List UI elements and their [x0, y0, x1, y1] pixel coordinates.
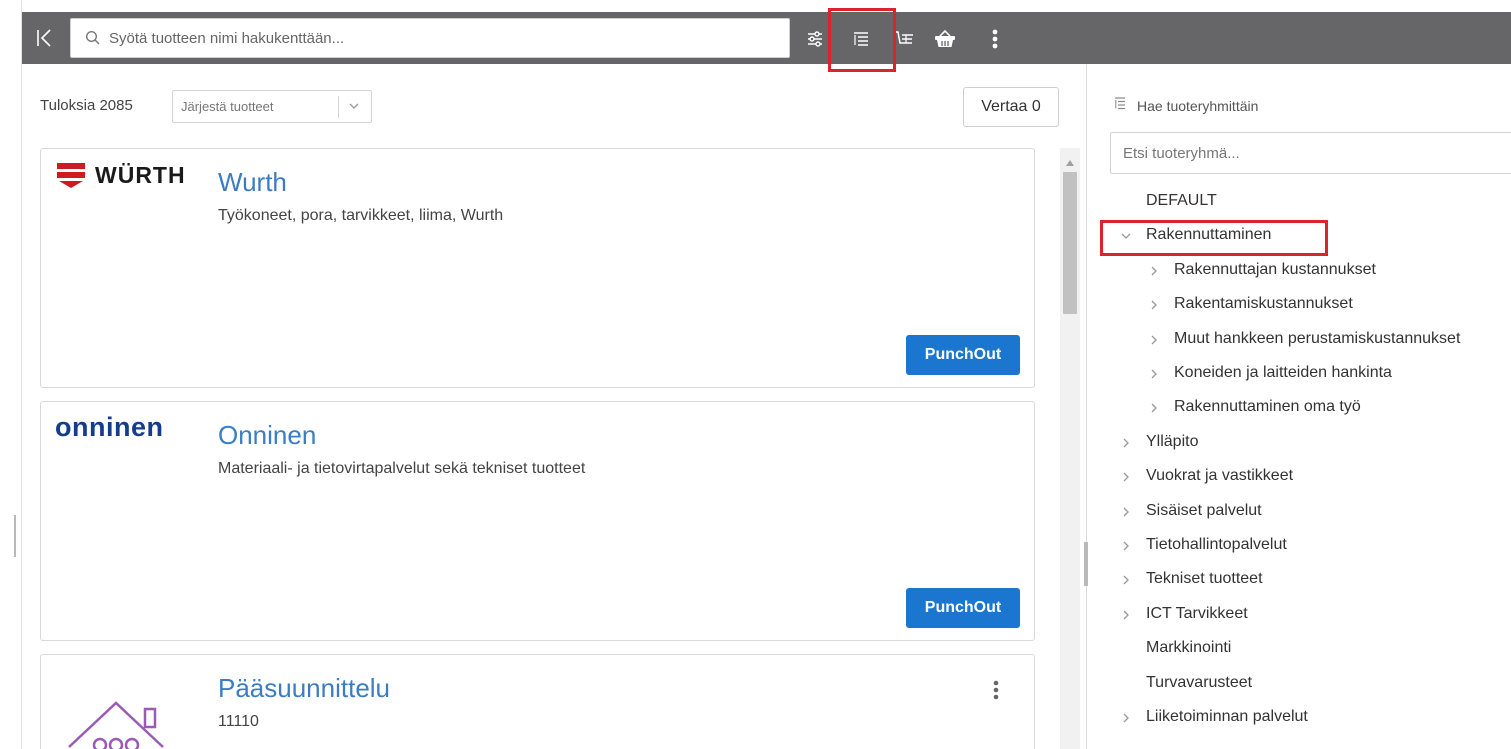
- tree-item-label: Rakennuttajan kustannukset: [1174, 260, 1376, 278]
- chevron-right-icon[interactable]: [1120, 539, 1132, 551]
- tree-item-label: ICT Tarvikkeet: [1146, 604, 1248, 622]
- tree-item[interactable]: Sisäiset palvelut: [1120, 496, 1262, 526]
- search-icon: [85, 30, 101, 46]
- tree-item[interactable]: Liiketoiminnan palvelut: [1120, 702, 1308, 732]
- tree-item[interactable]: Vuokrat ja vastikkeet: [1120, 461, 1293, 491]
- results-scrollbar[interactable]: [1060, 148, 1080, 749]
- panel-resize-handle[interactable]: [1084, 542, 1088, 586]
- house-icon: [61, 695, 171, 749]
- sort-placeholder: Järjestä tuotteet: [181, 99, 274, 114]
- tree-item[interactable]: DEFAULT: [1146, 186, 1217, 216]
- results-count: Tuloksia 2085: [40, 97, 133, 114]
- tree-item-label: Liiketoiminnan palvelut: [1146, 708, 1308, 725]
- tree-item[interactable]: ICT Tarvikkeet: [1120, 599, 1248, 629]
- chevron-right-icon[interactable]: [1148, 333, 1160, 345]
- chevron-down-icon: [347, 99, 361, 113]
- panel-divider: [1086, 64, 1087, 749]
- tree-item-label: Tietohallintopalvelut: [1146, 536, 1287, 553]
- product-title[interactable]: Pääsuunnittelu: [218, 673, 390, 704]
- chevron-right-icon[interactable]: [1120, 573, 1132, 585]
- wurth-logo: WÜRTH: [55, 161, 186, 189]
- tree-item-label: Rakennuttaminen: [1146, 226, 1272, 244]
- more-vertical-icon[interactable]: [992, 679, 1002, 703]
- tree-item[interactable]: Koneiden ja laitteiden hankinta: [1148, 358, 1392, 388]
- tree-item-label: Muut hankkeen perustamiskustannukset: [1174, 329, 1461, 347]
- wurth-logo-text: WÜRTH: [95, 161, 186, 188]
- tree-item-label: Ylläpito: [1146, 432, 1199, 450]
- basket-icon[interactable]: [932, 26, 958, 52]
- category-list-icon: [1113, 96, 1127, 115]
- tree-item[interactable]: Ylläpito: [1120, 427, 1198, 457]
- product-card-paasuunnittelu[interactable]: Pääsuunnittelu 11110: [40, 654, 1035, 749]
- tree-item[interactable]: Tekniset tuotteet: [1120, 564, 1263, 594]
- more-vertical-icon[interactable]: [982, 26, 1008, 52]
- category-panel-header: Hae tuoteryhmittäin: [1113, 96, 1258, 115]
- tree-item[interactable]: Rakennuttaminen: [1120, 220, 1271, 250]
- product-description: Työkoneet, pora, tarvikkeet, liima, Wurt…: [218, 207, 504, 224]
- sort-divider: [338, 96, 339, 118]
- chevron-right-icon[interactable]: [1120, 505, 1132, 517]
- tree-item[interactable]: Rakentamiskustannukset: [1148, 289, 1353, 319]
- wurth-emblem-icon: [57, 163, 85, 188]
- chevron-down-icon[interactable]: [1120, 229, 1132, 241]
- tree-item-label: Rakennuttaminen oma työ: [1174, 398, 1361, 416]
- chevron-right-icon[interactable]: [1120, 436, 1132, 448]
- category-list-icon[interactable]: [848, 26, 874, 52]
- tree-item[interactable]: Rakennuttaminen oma työ: [1148, 392, 1361, 422]
- cart-list-icon[interactable]: [892, 26, 918, 52]
- tree-item[interactable]: Rakennuttajan kustannukset: [1148, 255, 1376, 285]
- tree-item[interactable]: Muut hankkeen perustamiskustannukset: [1148, 324, 1460, 354]
- product-title[interactable]: Wurth: [218, 167, 287, 198]
- filter-sliders-icon[interactable]: [802, 26, 828, 52]
- tree-item[interactable]: Markkinointi: [1146, 633, 1231, 663]
- tree-item-label: Rakentamiskustannukset: [1174, 295, 1353, 313]
- category-panel-title: Hae tuoteryhmittäin: [1137, 97, 1259, 114]
- product-description: Materiaali- ja tietovirtapalvelut sekä t…: [218, 460, 586, 477]
- category-search-input[interactable]: [1110, 132, 1511, 174]
- compare-button[interactable]: Vertaa 0: [963, 87, 1059, 127]
- tree-item[interactable]: Turvavarusteet: [1146, 668, 1252, 698]
- chevron-right-icon[interactable]: [1120, 608, 1132, 620]
- tree-item-label: Markkinointi: [1146, 639, 1232, 657]
- chevron-right-icon[interactable]: [1148, 264, 1160, 276]
- product-search-box: [70, 18, 790, 58]
- tree-item-label: Vuokrat ja vastikkeet: [1146, 467, 1294, 485]
- chevron-right-icon[interactable]: [1120, 711, 1132, 723]
- onninen-logo: onninen: [55, 412, 163, 443]
- product-title[interactable]: Onninen: [218, 420, 316, 451]
- collapse-left-icon[interactable]: [34, 26, 56, 50]
- tree-item-label: Turvavarusteet: [1146, 673, 1253, 691]
- top-toolbar: [22, 12, 1511, 64]
- chevron-right-icon[interactable]: [1120, 470, 1132, 482]
- tree-item-label: Koneiden ja laitteiden hankinta: [1174, 364, 1392, 381]
- punchout-button[interactable]: PunchOut: [906, 335, 1020, 375]
- onninen-logo-text: onninen: [55, 412, 164, 442]
- scroll-up-arrow-icon[interactable]: [1065, 154, 1075, 166]
- scroll-thumb[interactable]: [1063, 172, 1077, 314]
- left-edge-resize-handle[interactable]: [14, 515, 16, 557]
- tree-item-label: Sisäiset palvelut: [1146, 501, 1262, 519]
- product-card-wurth[interactable]: WÜRTH Wurth Työkoneet, pora, tarvikkeet,…: [40, 148, 1035, 388]
- tree-item[interactable]: Tietohallintopalvelut: [1120, 530, 1287, 560]
- punchout-button[interactable]: PunchOut: [906, 588, 1020, 628]
- sort-products-select[interactable]: Järjestä tuotteet: [172, 90, 372, 123]
- product-search-input[interactable]: [109, 19, 779, 57]
- product-description: 11110: [218, 713, 259, 730]
- tree-item-label: Tekniset tuotteet: [1146, 570, 1263, 588]
- tree-item-label: DEFAULT: [1146, 192, 1217, 209]
- chevron-right-icon[interactable]: [1148, 401, 1160, 413]
- chevron-right-icon[interactable]: [1148, 298, 1160, 310]
- chevron-right-icon[interactable]: [1148, 367, 1160, 379]
- left-edge-panel: [0, 0, 22, 749]
- product-card-onninen[interactable]: onninen Onninen Materiaali- ja tietovirt…: [40, 401, 1035, 641]
